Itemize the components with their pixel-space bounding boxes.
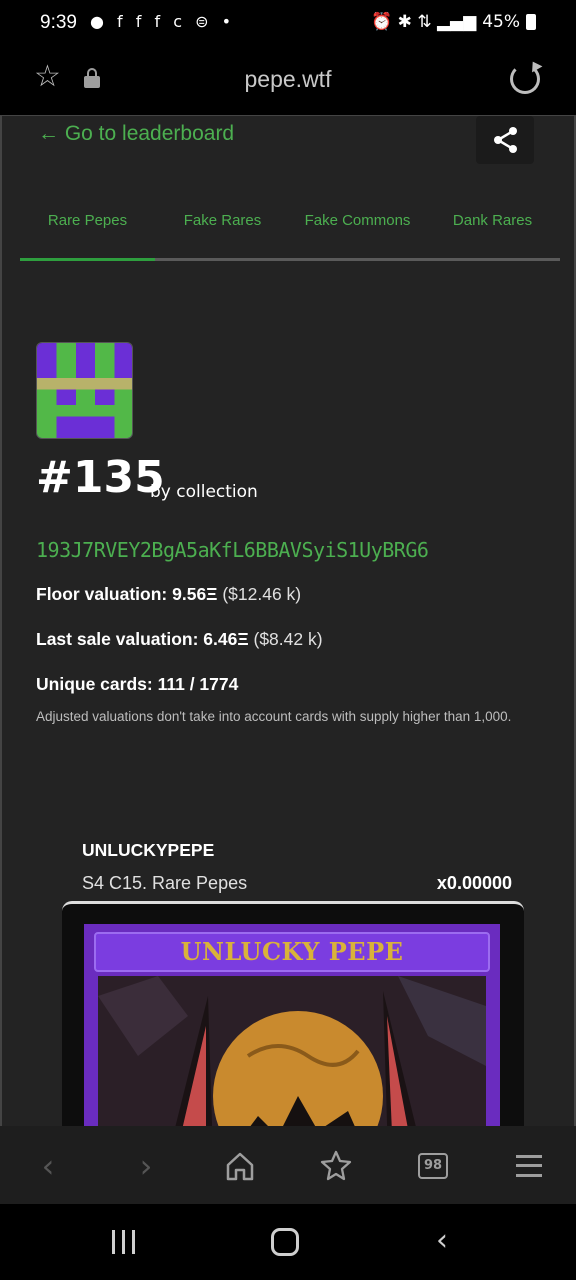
system-home-icon[interactable]: [271, 1228, 299, 1256]
share-icon: [494, 127, 517, 153]
share-button[interactable]: [476, 116, 534, 164]
card-quantity: x0.00000: [436, 873, 512, 893]
status-time: 9:39: [40, 12, 77, 33]
tab-dank-rares[interactable]: Dank Rares: [425, 212, 560, 229]
card-artwork: [98, 976, 486, 1126]
system-back-icon[interactable]: ‹: [436, 1226, 448, 1256]
browser-bottom-nav: ‹ › 98: [0, 1126, 576, 1204]
system-navigation-bar: ‹: [0, 1204, 576, 1280]
status-bar: 9:39 ● f f f c ⊜ • ⏰ ✱ ⇅ ▂▄▆ 45%: [0, 0, 576, 50]
recent-apps-icon[interactable]: [112, 1230, 136, 1254]
last-sale-label: Last sale valuation:: [36, 629, 199, 649]
status-system-icons: ⏰ ✱ ⇅ ▂▄▆ 45%: [371, 12, 536, 32]
rank-by-label: by collection: [150, 482, 258, 502]
last-sale-valuation: Last sale valuation: 6.46Ξ ($8.42 k): [36, 629, 323, 650]
tab-rare-pepes[interactable]: Rare Pepes: [20, 212, 155, 229]
back-to-leaderboard-link[interactable]: ← Go to leaderboard: [38, 122, 234, 146]
menu-icon[interactable]: [508, 1146, 548, 1186]
bookmarks-icon[interactable]: [316, 1146, 356, 1186]
card-frame: UNLUCKY PEPE: [84, 924, 500, 1126]
unique-label: Unique cards:: [36, 674, 153, 694]
forward-arrow-icon[interactable]: ›: [126, 1146, 166, 1186]
tab-count: 98: [418, 1153, 448, 1179]
battery-icon: [526, 14, 536, 30]
notification-icons: ● f f f c ⊜ •: [90, 12, 236, 31]
browser-address-bar: ☆ pepe.wtf: [0, 50, 576, 116]
reload-icon[interactable]: [510, 64, 540, 94]
floor-label: Floor valuation:: [36, 584, 168, 604]
page-content: ← Go to leaderboard Rare Pepes Fake Rare…: [0, 116, 576, 1126]
card-series: S4 C15. Rare Pepes: [82, 873, 248, 893]
url-field[interactable]: pepe.wtf: [0, 66, 576, 93]
unique-cards: Unique cards: 111 / 1774: [36, 674, 238, 695]
card-title-bar: UNLUCKY PEPE: [94, 932, 490, 972]
collection-tabs: Rare Pepes Fake Rares Fake Commons Dank …: [20, 200, 560, 261]
card-name: UNLUCKYPEPE: [82, 840, 215, 860]
wallet-address[interactable]: 193J7RVEY2BgA5aKfL6BBAVSyiS1UyBRG6: [36, 538, 429, 562]
floor-valuation: Floor valuation: 9.56Ξ ($12.46 k): [36, 584, 301, 605]
system-icons: ⏰ ✱ ⇅ ▂▄▆: [371, 12, 477, 32]
floor-value: 9.56Ξ: [172, 584, 218, 604]
home-icon[interactable]: [220, 1146, 260, 1186]
tab-fake-rares[interactable]: Fake Rares: [155, 212, 290, 229]
tab-fake-commons[interactable]: Fake Commons: [290, 212, 425, 229]
card-art-title: UNLUCKY PEPE: [180, 937, 404, 966]
battery-percent: 45%: [482, 12, 520, 32]
active-tab-indicator: [20, 258, 155, 261]
unique-value: 111 / 1774: [157, 674, 239, 694]
rank-number: #135: [36, 452, 165, 503]
back-arrow-icon[interactable]: ‹: [28, 1146, 68, 1186]
card-image[interactable]: UNLUCKY PEPE: [62, 901, 524, 1126]
floor-usd: ($12.46 k): [222, 584, 302, 604]
valuation-note: Adjusted valuations don't take into acco…: [36, 709, 512, 724]
last-sale-value: 6.46Ξ: [203, 629, 249, 649]
tabs-button[interactable]: 98: [412, 1146, 452, 1186]
last-sale-usd: ($8.42 k): [253, 629, 323, 649]
user-avatar: [36, 342, 133, 439]
